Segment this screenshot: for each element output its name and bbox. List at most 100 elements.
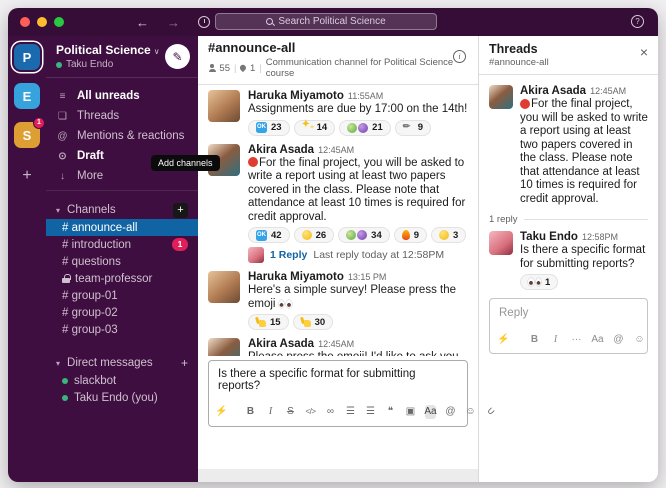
sidebar-channel-team-professor[interactable]: team-professor: [46, 270, 198, 287]
sidebar-channel-group-02[interactable]: # group-02: [46, 304, 198, 321]
reaction-count: 9: [414, 230, 419, 241]
emoji-button[interactable]: ☺: [634, 332, 645, 346]
history-forward-button[interactable]: →: [167, 15, 180, 30]
dm-section-header[interactable]: ▾ Direct messages +: [46, 354, 198, 372]
reaction-pill[interactable]: 23: [248, 120, 290, 136]
message-author[interactable]: Akira Asada: [520, 85, 586, 97]
sidebar-channel-introduction[interactable]: # introduction1: [46, 236, 198, 253]
avatar[interactable]: [208, 90, 240, 122]
link-button[interactable]: ∞: [325, 405, 336, 419]
avatar[interactable]: [208, 271, 240, 303]
message-text: For the final project, you will be asked…: [520, 98, 648, 206]
message-author[interactable]: Akira Asada: [248, 144, 314, 156]
avatar[interactable]: [208, 338, 240, 356]
search-bar[interactable]: Search Political Science: [215, 13, 437, 30]
reaction-pill[interactable]: 42: [248, 227, 290, 243]
reaction-pill[interactable]: 9: [395, 120, 431, 136]
channel-title[interactable]: #announce-all: [208, 40, 468, 55]
add-channel-button[interactable]: +: [173, 203, 188, 218]
thread-summary[interactable]: 1 Reply Last reply today at 12:58PM: [248, 247, 468, 263]
code-block-button[interactable]: ▣: [405, 405, 416, 419]
attach-button[interactable]: ∪: [655, 332, 658, 346]
message-author[interactable]: Akira Asada: [248, 338, 314, 350]
add-dm-button[interactable]: +: [181, 356, 188, 370]
message-author[interactable]: Haruka Miyamoto: [248, 90, 344, 102]
close-window-button[interactable]: [20, 17, 30, 27]
chevron-down-icon: ▾: [56, 206, 60, 215]
workspace-initial: E: [23, 89, 32, 104]
new-message-button[interactable]: ✎: [165, 44, 190, 69]
blockquote-button[interactable]: ❝: [385, 405, 396, 419]
message-input[interactable]: Is there a specific format for submittin…: [209, 361, 467, 398]
history-clock-icon[interactable]: [198, 16, 210, 28]
message: Haruka Miyamoto11:55AM Assignments are d…: [198, 90, 478, 136]
thread-reply-link[interactable]: 1 Reply: [270, 249, 307, 261]
close-icon[interactable]: ×: [640, 46, 648, 58]
sidebar-channel-questions[interactable]: # questions: [46, 253, 198, 270]
zoom-window-button[interactable]: [54, 17, 64, 27]
reply-input[interactable]: Reply: [490, 299, 647, 327]
pin-icon: [239, 64, 247, 72]
channel-info-icon[interactable]: i: [453, 50, 466, 63]
sidebar-item-label: More: [77, 170, 103, 182]
sidebar-channel-announce-all[interactable]: # announce-all: [46, 219, 198, 236]
custom-pair-emoji: [346, 230, 367, 240]
workspace-menu[interactable]: Political Science∨ Taku Endo: [56, 43, 165, 70]
add-workspace-button[interactable]: +: [22, 167, 31, 185]
thread-root-message: Akira Asada12:45AM For the final project…: [489, 85, 648, 206]
shortcuts-button[interactable]: ⚡: [216, 405, 227, 419]
message-author[interactable]: Taku Endo: [520, 231, 578, 243]
reaction-pill[interactable]: 26: [294, 227, 335, 243]
reaction-pill[interactable]: 9: [394, 227, 427, 243]
mention-button[interactable]: @: [445, 405, 456, 419]
bold-button[interactable]: B: [529, 332, 540, 346]
message-author[interactable]: Haruka Miyamoto: [248, 271, 344, 283]
bullet-list-button[interactable]: ☰: [365, 405, 376, 419]
workspace-switcher-e[interactable]: E: [14, 83, 40, 109]
sidebar-dm-taku-endo[interactable]: Taku Endo (you): [46, 389, 198, 406]
presence-dot: [56, 62, 62, 68]
workspace-switcher-political-science[interactable]: P: [14, 44, 40, 70]
channel-topic[interactable]: Communication channel for Political Scie…: [266, 57, 468, 79]
reaction-pill[interactable]: 21: [339, 120, 391, 136]
formatting-toggle-button[interactable]: Aa: [425, 405, 436, 419]
slack-window: ← → Search Political Science ? P E S 1 +…: [8, 8, 658, 482]
channel-label: # group-02: [62, 307, 188, 319]
mention-button[interactable]: @: [613, 332, 624, 346]
reaction-pill[interactable]: 34: [338, 227, 390, 243]
bold-button[interactable]: B: [245, 405, 256, 419]
pin-count[interactable]: 1: [250, 63, 255, 74]
ordered-list-button[interactable]: ☰: [345, 405, 356, 419]
chevron-down-icon: ▾: [56, 359, 60, 368]
avatar[interactable]: [489, 85, 513, 109]
member-count[interactable]: 55: [219, 63, 230, 74]
sidebar-item-threads[interactable]: ❏Threads: [46, 106, 198, 126]
minimize-window-button[interactable]: [37, 17, 47, 27]
sidebar-channel-group-03[interactable]: # group-03: [46, 321, 198, 338]
reaction-pill[interactable]: 1: [520, 274, 558, 290]
reaction-pill[interactable]: 3: [431, 227, 466, 243]
channels-section-header[interactable]: ▾ Channels +: [46, 201, 198, 219]
shortcuts-button[interactable]: ⚡: [498, 332, 509, 346]
history-back-button[interactable]: ←: [136, 15, 149, 30]
sidebar-channel-group-01[interactable]: # group-01: [46, 287, 198, 304]
formatting-toggle-button[interactable]: Aa: [592, 332, 603, 346]
sidebar-dm-slackbot[interactable]: slackbot: [46, 372, 198, 389]
avatar[interactable]: [489, 231, 513, 255]
unread-badge: 1: [33, 117, 45, 129]
more-formatting-button[interactable]: ···: [571, 332, 582, 346]
help-icon[interactable]: ?: [631, 15, 644, 28]
reaction-pill[interactable]: 15: [248, 314, 289, 330]
workspace-switcher-s[interactable]: S 1: [14, 122, 40, 148]
italic-button[interactable]: I: [550, 332, 561, 346]
code-button[interactable]: </>: [305, 405, 316, 419]
sidebar-item-label: All unreads: [77, 90, 140, 102]
italic-button[interactable]: I: [265, 405, 276, 419]
eyes-emoji: [528, 278, 541, 286]
emoji-button[interactable]: ☺: [465, 405, 476, 419]
sidebar-item-mentions[interactable]: @Mentions & reactions: [46, 126, 198, 146]
sidebar-item-all-unreads[interactable]: ≡All unreads: [46, 86, 198, 106]
reaction-pill[interactable]: 30: [293, 314, 334, 330]
strikethrough-button[interactable]: S: [285, 405, 296, 419]
reaction-pill[interactable]: 14: [294, 120, 336, 136]
